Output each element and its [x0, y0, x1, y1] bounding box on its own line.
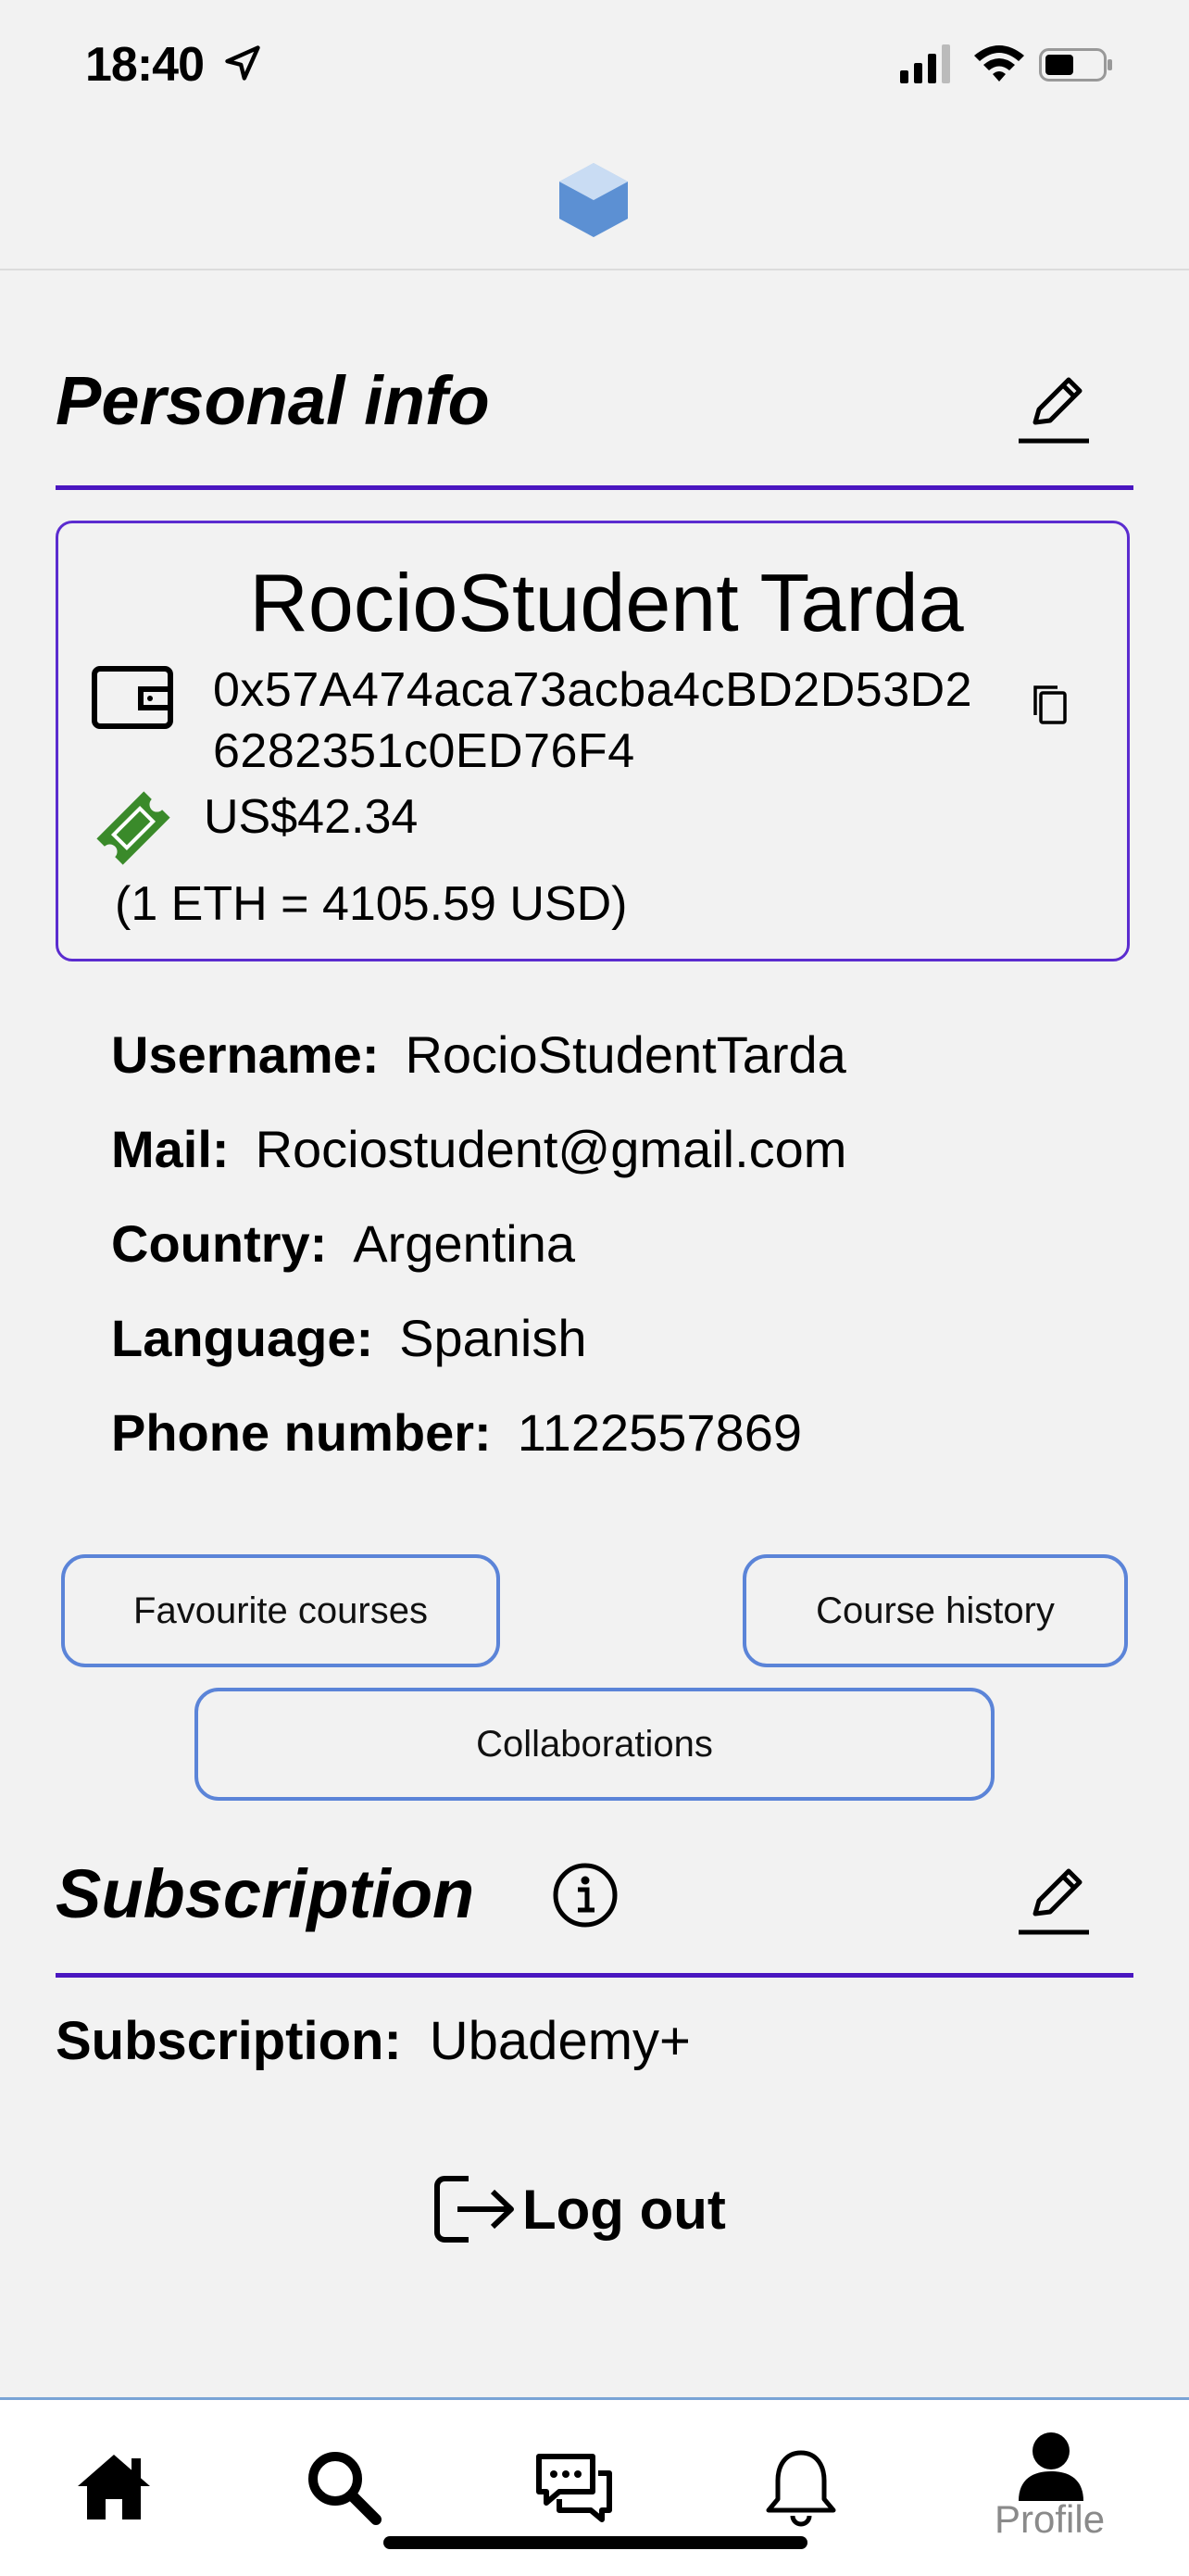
- mail-label: Mail:: [111, 1120, 230, 1178]
- ticket-icon: [96, 791, 170, 865]
- subscription-value: Ubademy+: [429, 2011, 691, 2071]
- wallet-balance: US$42.34: [204, 790, 419, 844]
- language-row: Language: Spanish: [111, 1308, 587, 1368]
- edit-personal-info-icon[interactable]: [1015, 369, 1093, 446]
- logout-icon: [434, 2176, 514, 2243]
- language-value: Spanish: [399, 1309, 587, 1367]
- username-row: Username: RocioStudentTarda: [111, 1024, 846, 1085]
- subscription-title: Subscription: [56, 1855, 475, 1932]
- bell-icon[interactable]: [759, 2445, 843, 2529]
- country-row: Country: Argentina: [111, 1213, 575, 1274]
- tab-profile-label: Profile: [995, 2497, 1106, 2541]
- wallet-icon: [92, 666, 173, 729]
- cellular-signal-icon: [900, 44, 950, 83]
- phone-value: 1122557869: [517, 1403, 802, 1462]
- phone-label: Phone number:: [111, 1403, 492, 1462]
- subscription-label: Subscription:: [56, 2011, 402, 2071]
- collaborations-button[interactable]: Collaborations: [194, 1688, 995, 1801]
- chat-icon[interactable]: [532, 2445, 615, 2529]
- profile-icon[interactable]: [1009, 2431, 1093, 2501]
- info-icon[interactable]: [552, 1862, 619, 1929]
- copy-icon[interactable]: [1030, 684, 1069, 724]
- edit-subscription-icon[interactable]: [1015, 1860, 1093, 1938]
- mail-row: Mail: Rociostudent@gmail.com: [111, 1119, 846, 1179]
- full-name: RocioStudent Tarda: [249, 557, 964, 648]
- mail-value: Rociostudent@gmail.com: [255, 1120, 847, 1178]
- country-value: Argentina: [353, 1214, 576, 1273]
- status-time: 18:40: [85, 38, 205, 92]
- personal-info-divider: [56, 485, 1133, 490]
- language-label: Language:: [111, 1309, 374, 1367]
- app-logo-icon: [559, 163, 628, 237]
- favourite-courses-button[interactable]: Favourite courses: [61, 1554, 500, 1667]
- subscription-divider: [56, 1973, 1133, 1978]
- exchange-rate: (1 ETH = 4105.59 USD): [115, 877, 628, 931]
- home-indicator: [383, 2536, 807, 2549]
- subscription-row: Subscription: Ubademy+: [56, 2010, 691, 2072]
- home-icon[interactable]: [72, 2445, 156, 2529]
- location-arrow-icon: [225, 45, 260, 81]
- header-divider: [0, 269, 1189, 270]
- username-label: Username:: [111, 1025, 380, 1084]
- course-history-button[interactable]: Course history: [743, 1554, 1128, 1667]
- phone-row: Phone number: 1122557869: [111, 1402, 802, 1463]
- wifi-icon: [974, 45, 1024, 82]
- wallet-address: 0x57A474aca73acba4cBD2D53D26282351c0ED76…: [213, 663, 973, 778]
- logout-button[interactable]: Log out: [432, 2171, 726, 2247]
- search-icon[interactable]: [302, 2445, 385, 2529]
- country-label: Country:: [111, 1214, 328, 1273]
- battery-icon: [1039, 48, 1112, 82]
- personal-info-title: Personal info: [56, 362, 490, 439]
- logout-label: Log out: [522, 2178, 726, 2241]
- username-value: RocioStudentTarda: [405, 1025, 846, 1084]
